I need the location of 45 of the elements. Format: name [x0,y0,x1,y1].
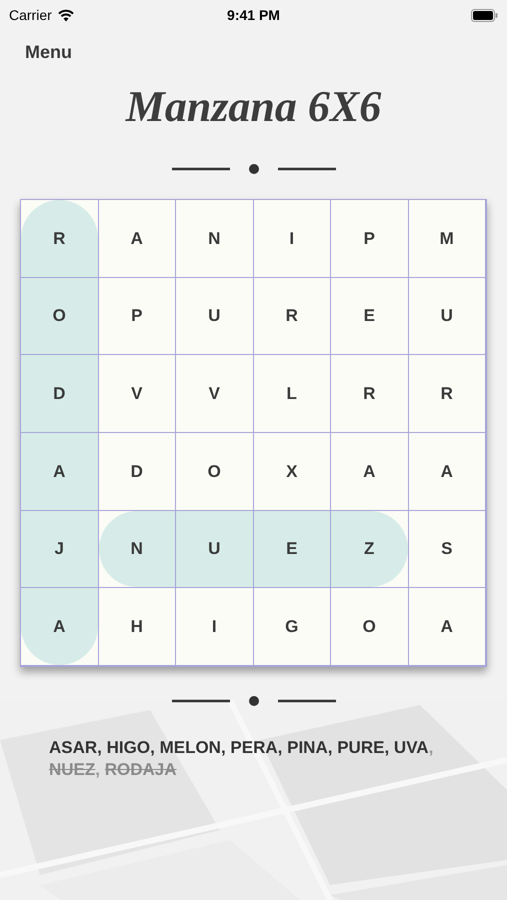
grid-letter[interactable]: D [130,458,143,484]
grid-letter[interactable]: X [286,458,298,484]
grid-letter[interactable]: U [208,536,220,562]
grid-letter[interactable]: O [52,303,66,329]
grid-letter[interactable]: R [53,226,66,252]
divider-ornament-icon [170,695,338,707]
grid-letter[interactable]: A [363,458,376,484]
grid-letter[interactable]: U [208,303,220,329]
grid-letter[interactable]: E [286,536,298,562]
grid-letter[interactable]: O [362,614,376,640]
grid-letter[interactable]: S [441,536,452,562]
grid-letter[interactable]: P [131,303,142,329]
grid-letter[interactable]: N [208,226,220,252]
grid-letter[interactable]: A [130,226,143,252]
grid-letter[interactable]: A [440,614,453,640]
grid-letter[interactable]: I [212,614,217,640]
grid-letter[interactable]: M [440,226,454,252]
grid-letter[interactable]: V [131,380,142,406]
grid-letter[interactable]: N [130,536,143,562]
grid-letter[interactable]: G [285,614,298,640]
grid-letter[interactable]: D [53,380,66,406]
grid-letter[interactable]: R [440,380,453,406]
grid-letter[interactable]: A [53,614,66,640]
grid-letter[interactable]: Z [364,536,374,562]
divider-ornament-icon [170,163,338,175]
grid-letter[interactable]: E [364,303,375,329]
grid-letter[interactable]: A [53,458,66,484]
grid-letter[interactable]: J [54,536,64,562]
grid-letter[interactable]: I [289,226,294,252]
grid-letter[interactable]: R [286,303,298,329]
grid-letter[interactable]: P [364,226,375,252]
carrier-label: Carrier [9,6,52,24]
menu-button[interactable]: Menu [25,39,72,66]
grid-letter[interactable]: U [440,303,453,329]
clock-time: 9:41 PM [227,6,280,24]
grid-letter[interactable]: V [208,380,220,406]
grid-letter[interactable]: R [363,380,376,406]
grid-letter[interactable]: A [440,458,453,484]
word-list: ASAR, HIGO, MELON, PERA, PINA, PURE, UVA, NUEZ, RODAJA [49,737,458,781]
grid-letter[interactable]: H [130,614,143,640]
grid-letter[interactable]: L [286,380,297,406]
puzzle-title: Manzana 6X6 [126,85,382,129]
battery-icon [470,8,498,22]
grid-letter[interactable]: O [208,458,221,484]
wifi-icon [56,8,75,22]
